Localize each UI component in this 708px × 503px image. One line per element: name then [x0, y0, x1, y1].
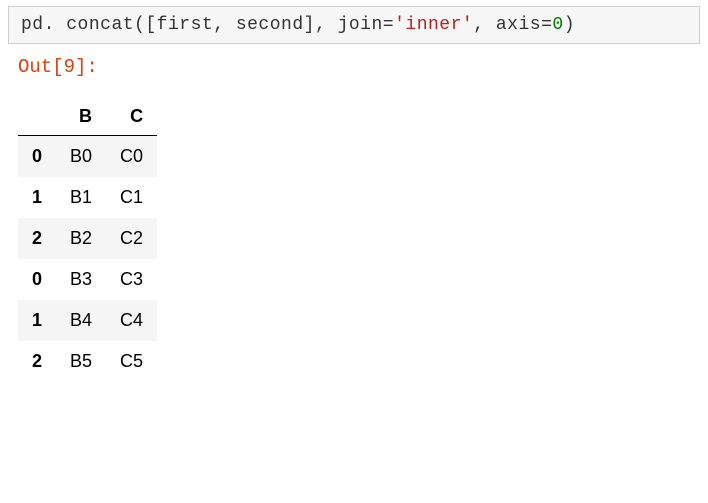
table-row: 0 B0 C0 [18, 136, 157, 178]
table-cell: B1 [56, 177, 106, 218]
table-row: 1 B1 C1 [18, 177, 157, 218]
output-prompt-label: Out[9]: [18, 56, 708, 78]
table-col-B: B [56, 98, 106, 136]
table-cell: C4 [106, 300, 157, 341]
table-row: 0 B3 C3 [18, 259, 157, 300]
table-row-index: 0 [18, 259, 56, 300]
code-token-comma3: , [473, 15, 484, 35]
code-token-rbracket: ] [304, 15, 315, 35]
table-row-index: 2 [18, 341, 56, 382]
table-cell: B5 [56, 341, 106, 382]
table-row-index: 1 [18, 300, 56, 341]
code-token-axis-val: 0 [552, 15, 563, 35]
table-row-index: 0 [18, 136, 56, 178]
table-cell: C0 [106, 136, 157, 178]
table-cell: C2 [106, 218, 157, 259]
table-row: 2 B2 C2 [18, 218, 157, 259]
table-cell: C1 [106, 177, 157, 218]
code-token-dot: . [44, 15, 55, 35]
code-token-rparen: ) [564, 15, 575, 35]
dataframe-output: B C 0 B0 C0 1 B1 C1 2 B2 C2 0 B3 [18, 98, 708, 382]
table-row: 2 B5 C5 [18, 341, 157, 382]
code-token-lparen: ( [134, 15, 145, 35]
code-input-cell: pd. concat([first, second], join='inner'… [8, 6, 700, 44]
table-index-head [18, 98, 56, 136]
code-token-concat: concat [66, 15, 134, 35]
dataframe-table: B C 0 B0 C0 1 B1 C1 2 B2 C2 0 B3 [18, 98, 157, 382]
table-col-C: C [106, 98, 157, 136]
table-cell: B3 [56, 259, 106, 300]
code-token-join-val: 'inner' [394, 15, 473, 35]
code-token-second: second [236, 15, 304, 35]
code-token-lbracket: [ [145, 15, 156, 35]
code-token-join-kw: join [338, 15, 383, 35]
table-cell: B4 [56, 300, 106, 341]
table-cell: C3 [106, 259, 157, 300]
code-token-eq2: = [541, 15, 552, 35]
table-row-index: 1 [18, 177, 56, 218]
table-cell: B2 [56, 218, 106, 259]
code-token-comma1: , [213, 15, 224, 35]
table-cell: C5 [106, 341, 157, 382]
code-token-eq1: = [383, 15, 394, 35]
code-token-pd: pd [21, 15, 44, 35]
table-cell: B0 [56, 136, 106, 178]
table-row-index: 2 [18, 218, 56, 259]
code-token-first: first [157, 15, 214, 35]
code-token-axis-kw: axis [496, 15, 541, 35]
code-token-comma2: , [315, 15, 326, 35]
table-header-row: B C [18, 98, 157, 136]
table-row: 1 B4 C4 [18, 300, 157, 341]
